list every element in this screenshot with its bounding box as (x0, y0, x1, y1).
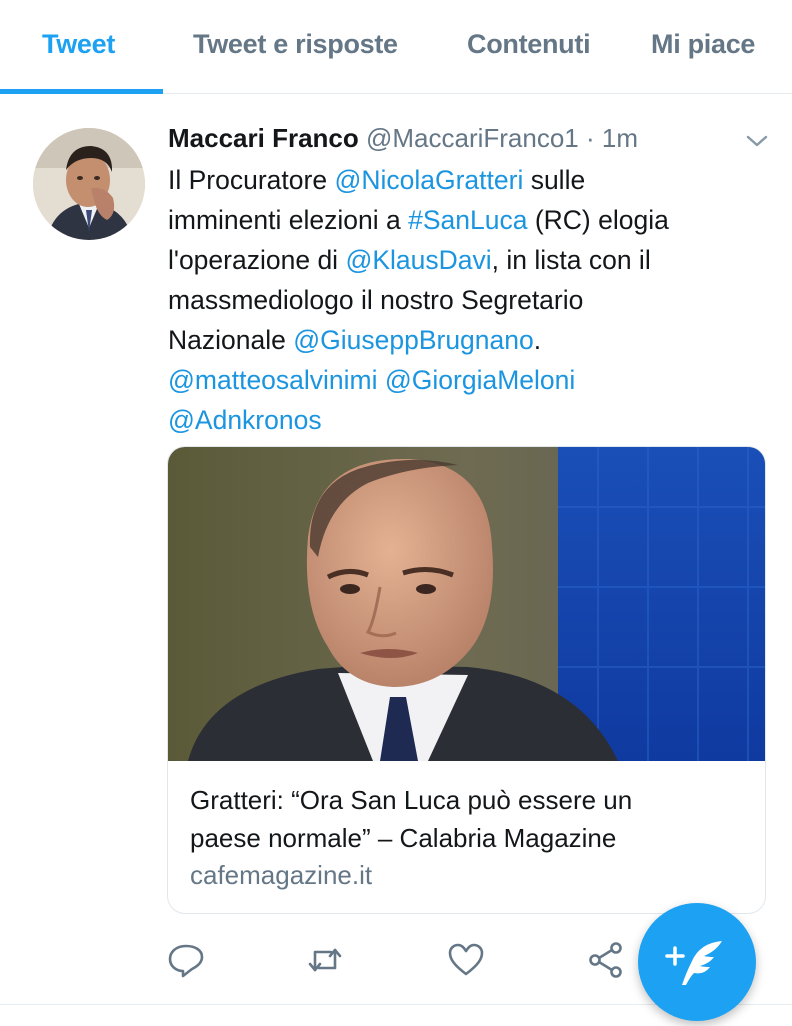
mention-link[interactable]: @Adnkronos (168, 405, 322, 435)
tweet-header: Maccari Franco @MaccariFranco1 · 1m (168, 120, 638, 156)
card-title[interactable]: Gratteri: “Ora San Luca può essere un pa… (190, 781, 745, 857)
card-domain: cafemagazine.it (190, 860, 373, 890)
tweet-text-segment: . (533, 325, 542, 355)
tweet-text-segment: Nazionale (168, 325, 294, 355)
card-title-line: paese normale” – Calabria Magazine (190, 823, 617, 853)
tweet-text-segment: massmediologo il nostro Segretario (168, 285, 584, 315)
tweet-timestamp[interactable]: 1m (602, 123, 638, 153)
like-icon[interactable] (446, 940, 486, 980)
tab-contenuti[interactable]: Contenuti (467, 0, 591, 94)
mention-link[interactable]: @NicolaGratteri (334, 165, 523, 195)
author-name[interactable]: Maccari Franco (168, 123, 359, 153)
author-handle[interactable]: @MaccariFranco1 (366, 123, 579, 153)
share-icon[interactable] (586, 940, 626, 980)
link-card[interactable]: Gratteri: “Ora San Luca può essere un pa… (167, 446, 766, 914)
profile-tabs: Tweet Tweet e risposte Contenuti Mi piac… (0, 0, 792, 94)
avatar[interactable] (33, 128, 145, 240)
tweet-text: Il Procuratore @NicolaGratteri sulle immi… (168, 160, 758, 440)
tweet-text-line: imminenti elezioni a #SanLuca (RC) elogi… (168, 200, 758, 240)
tweet-text-line: massmediologo il nostro Segretario (168, 280, 758, 320)
tweet-text-segment: imminenti elezioni a (168, 205, 409, 235)
mention-link[interactable]: @KlausDavi (345, 245, 491, 275)
compose-tweet-icon (665, 941, 722, 985)
tab-tweet-e-risposte[interactable]: Tweet e risposte (193, 0, 398, 94)
tweet-text-line: Nazionale @GiuseppBrugnano. (168, 320, 758, 360)
tweet-text-segment: l'operazione di (168, 245, 346, 275)
header-separator: · (586, 123, 595, 153)
retweet-icon[interactable] (305, 940, 345, 980)
tweet-text-segment (378, 365, 385, 395)
tweet-text-segment: sulle (523, 165, 586, 195)
tab-mi-piace[interactable]: Mi piace (651, 0, 755, 94)
tweet-text-segment: Il Procuratore (168, 165, 335, 195)
tweet-text-line: @matteosalvinimi @GiorgiaMeloni (168, 360, 758, 400)
tweet-text-line: @Adnkronos (168, 400, 758, 440)
reply-icon[interactable] (166, 940, 206, 980)
tweet-text-segment: (RC) elogia (527, 205, 669, 235)
tweet-text-segment: , in lista con il (491, 245, 651, 275)
tab-tweet[interactable]: Tweet (42, 0, 115, 94)
mention-link[interactable]: @GiuseppBrugnano (293, 325, 534, 355)
tweet-text-line: l'operazione di @KlausDavi, in lista con… (168, 240, 758, 280)
card-image (168, 447, 765, 761)
mention-link[interactable]: @GiorgiaMeloni (385, 365, 575, 395)
hashtag-link[interactable]: #SanLuca (408, 205, 527, 235)
compose-tweet-button[interactable] (638, 903, 756, 1021)
tweet-text-line: Il Procuratore @NicolaGratteri sulle (168, 160, 758, 200)
avatar-image (33, 128, 145, 240)
card-title-line: Gratteri: “Ora San Luca può essere un (190, 785, 633, 815)
mention-link[interactable]: @matteosalvinimi (168, 365, 378, 395)
active-tab-indicator (0, 89, 163, 94)
chevron-down-icon[interactable] (745, 132, 769, 150)
